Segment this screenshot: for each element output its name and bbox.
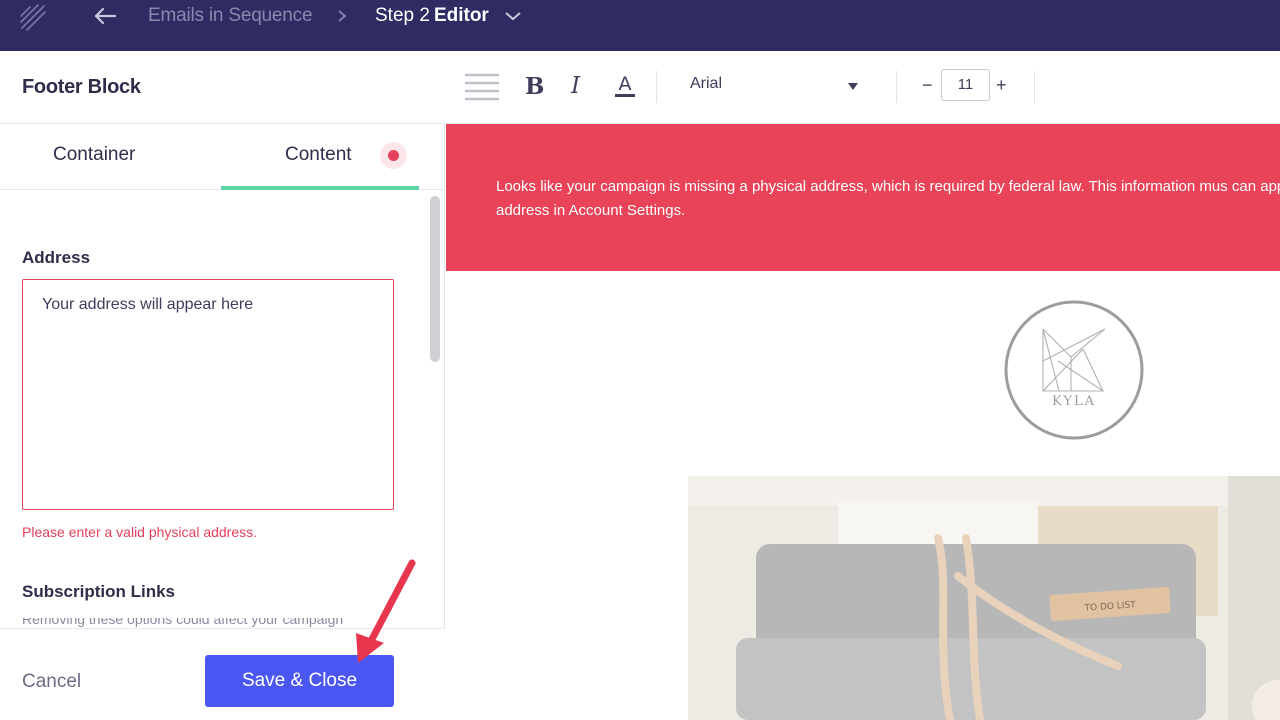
step-prefix: Step 2: [375, 5, 430, 26]
align-lines-icon[interactable]: [465, 72, 499, 102]
font-family-value: Arial: [690, 75, 723, 92]
brand-feather-icon[interactable]: [18, 2, 48, 32]
email-preview: Looks like your campaign is missing a ph…: [446, 124, 1280, 720]
editor-toolbar: Footer Block B I A Arial − 11 +: [0, 51, 1280, 124]
step-name: Editor: [433, 5, 489, 26]
chevron-down-icon[interactable]: [504, 10, 522, 22]
toolbar-divider: [1034, 71, 1035, 103]
address-label: Address: [22, 248, 91, 267]
tab-container[interactable]: Container: [53, 144, 135, 166]
subscription-links-label: Subscription Links: [22, 582, 176, 601]
svg-text:A: A: [619, 73, 632, 95]
annotation-arrow-icon: [356, 559, 416, 663]
active-tab-indicator: [221, 186, 419, 190]
panel-tabs: Container Content: [0, 124, 445, 190]
banner-message: Looks like your campaign is missing a ph…: [496, 178, 1280, 219]
caret-down-icon: [848, 83, 858, 90]
bold-button[interactable]: B: [525, 73, 544, 100]
alert-dot-icon: [380, 142, 407, 169]
block-title: Footer Block: [22, 76, 141, 98]
scrollbar-thumb[interactable]: [430, 196, 440, 362]
kyla-logo[interactable]: KYLA: [1003, 299, 1145, 441]
italic-button[interactable]: I: [571, 73, 580, 99]
product-photo: TO DO LIST: [688, 476, 1280, 720]
missing-address-banner: Looks like your campaign is missing a ph…: [446, 124, 1280, 271]
address-error-message: Please enter a valid physical address.: [22, 524, 258, 540]
chevron-right-icon: [338, 10, 347, 22]
increase-size-button[interactable]: +: [996, 75, 1007, 96]
logo-text: KYLA: [1052, 394, 1096, 409]
cancel-button[interactable]: Cancel: [22, 671, 81, 693]
breadcrumb-sequence[interactable]: Emails in Sequence: [148, 5, 313, 27]
decrease-size-button[interactable]: −: [922, 75, 933, 96]
font-size-input[interactable]: 11: [941, 69, 990, 101]
arrow-left-icon[interactable]: [92, 4, 118, 28]
address-field[interactable]: Your address will appear here: [22, 279, 394, 510]
toolbar-divider: [656, 71, 657, 103]
tab-content[interactable]: Content: [285, 144, 352, 166]
step-selector[interactable]: Step 2 Editor: [375, 5, 489, 27]
font-family-select[interactable]: Arial: [690, 75, 862, 99]
top-nav-bar: Emails in Sequence Step 2 Editor: [0, 0, 1280, 51]
toolbar-divider: [896, 71, 897, 103]
text-color-icon[interactable]: A: [614, 72, 636, 100]
